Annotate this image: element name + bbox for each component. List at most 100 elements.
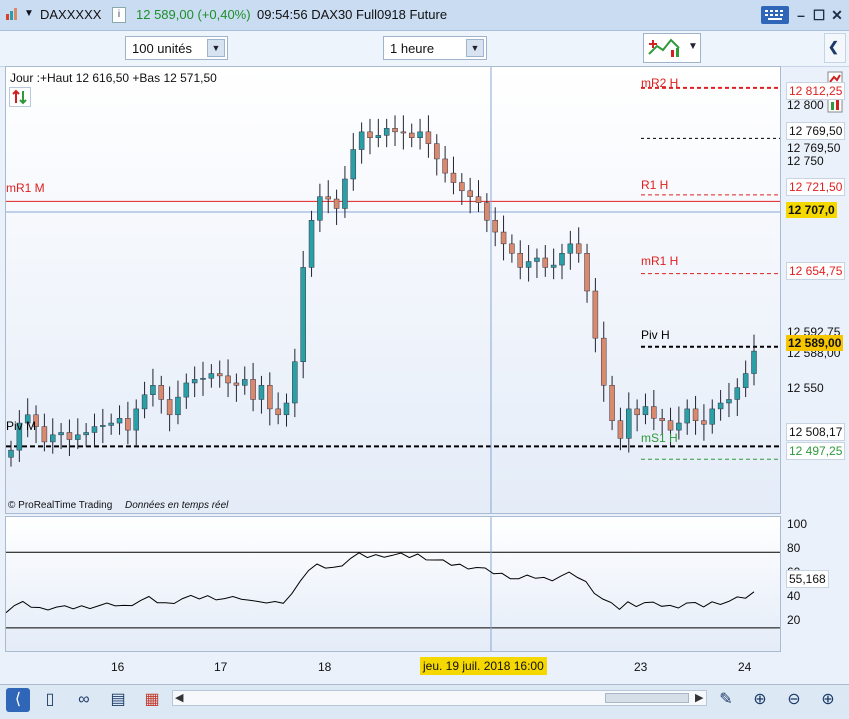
maximize-icon[interactable]: ☐ <box>810 7 828 23</box>
price-change: 12 589,00 (+0,40%) <box>136 7 251 22</box>
candle-body <box>400 131 407 134</box>
tools-icon[interactable]: ✎ <box>714 688 738 712</box>
pivm-label: Piv M <box>6 419 36 433</box>
candle-body <box>325 196 331 200</box>
candle-body <box>141 394 148 410</box>
refresh-icon[interactable] <box>9 87 31 107</box>
candle-body <box>292 361 298 404</box>
timeframe-select[interactable]: 1 heure ▼ <box>383 36 487 60</box>
candle-body <box>525 261 532 268</box>
candle-body <box>250 379 256 400</box>
link-icon[interactable]: ∞ <box>72 688 96 712</box>
mr1h-label: mR1 H <box>641 254 679 268</box>
units-select[interactable]: 100 unités ▼ <box>125 36 228 60</box>
axis-tick-12769: 12 769,50 <box>787 141 841 155</box>
mr2h-label: mR2 H <box>641 76 679 90</box>
time-instrument: 09:54:56 DAX30 Full0918 Future <box>257 7 448 22</box>
candle-body <box>475 196 482 203</box>
candle-body <box>41 426 48 443</box>
candle-body <box>392 128 398 133</box>
candle-body <box>717 402 724 410</box>
chevron-down-icon[interactable]: ▼ <box>688 41 698 52</box>
layout-icon[interactable]: ▦ <box>140 688 164 712</box>
app-logo-icon <box>5 7 19 21</box>
phone-link-icon[interactable]: ▯ <box>38 688 62 712</box>
candle-body <box>467 190 473 197</box>
scroll-left-icon[interactable]: ◀ <box>175 691 183 704</box>
candle-body <box>626 408 632 439</box>
scroll-right-icon[interactable]: ▶ <box>695 691 703 704</box>
candle-body <box>425 131 432 144</box>
candle-body <box>158 385 165 400</box>
candle-body <box>242 379 248 386</box>
candle-body <box>49 434 56 443</box>
candle-body <box>617 420 624 439</box>
candle-body <box>166 399 173 416</box>
candle-body <box>542 257 549 268</box>
candle-body <box>233 382 240 386</box>
candle-body <box>667 420 674 431</box>
tag-ms1h: 12 497,25 <box>786 442 846 460</box>
indicator-icon <box>647 36 683 60</box>
crosshair-date-label: jeu. 19 juil. 2018 16:00 <box>420 657 547 675</box>
candle-body <box>383 128 390 136</box>
candle-body <box>375 135 382 138</box>
timeframe-value: 1 heure <box>390 41 435 56</box>
info-icon[interactable]: i <box>112 7 126 23</box>
instrument-name[interactable]: DAXXXXX <box>40 7 101 22</box>
keyboard-icon[interactable] <box>761 6 789 24</box>
chevron-down-icon[interactable]: ▼ <box>207 39 225 57</box>
x-label-23: 23 <box>634 660 648 674</box>
candle-body <box>450 172 457 183</box>
candle-body <box>317 196 323 221</box>
candle-body <box>267 385 273 410</box>
candle-body <box>133 408 139 431</box>
share-icon[interactable]: ⟨ <box>6 688 30 712</box>
candle-body <box>408 132 415 138</box>
candle-body <box>8 449 14 458</box>
x-label-18: 18 <box>318 660 332 674</box>
r1h-label: R1 H <box>641 178 669 192</box>
candle-body <box>308 220 315 268</box>
candle-body <box>692 408 699 421</box>
candle-body <box>175 396 181 416</box>
tag-crosshair-price: 12 707,0 <box>786 202 837 218</box>
ms1h-label: mS1 H <box>641 431 678 445</box>
candle-body <box>367 131 373 138</box>
horizontal-scrollbar[interactable]: ◀ ▶ <box>172 690 707 706</box>
pivh-label: Piv H <box>641 328 670 342</box>
rsi-tick-40: 40 <box>787 589 801 603</box>
candle-body <box>550 264 557 268</box>
chevron-down-icon[interactable]: ▼ <box>466 39 484 57</box>
candle-body <box>342 178 348 209</box>
candle-body <box>600 337 607 386</box>
candle-body <box>634 408 640 416</box>
instrument-dropdown-icon[interactable]: ▼ <box>24 8 34 19</box>
candle-body <box>459 182 465 192</box>
candle-body <box>592 290 599 339</box>
side-panel-toggle[interactable]: ❮ <box>824 33 846 63</box>
candle-body <box>651 406 657 419</box>
tag-black-line: 12 769,50 <box>786 122 846 140</box>
zoom-in-icon[interactable]: ⊕ <box>816 688 840 712</box>
zoom-fit-icon[interactable]: ⊕ <box>748 688 772 712</box>
indicators-button[interactable]: ▼ <box>643 33 701 63</box>
close-icon[interactable]: ✕ <box>828 7 846 23</box>
template-icon[interactable]: ▤ <box>106 688 130 712</box>
price-chart-panel[interactable]: Jour :+Haut 12 616,50 +Bas 12 571,50 mR1… <box>5 66 781 514</box>
candle-body <box>333 198 340 209</box>
price-chart-svg[interactable] <box>6 67 781 514</box>
rsi-tick-20: 20 <box>787 613 801 627</box>
mr1m-label: mR1 M <box>6 181 45 195</box>
zoom-out-icon[interactable]: ⊖ <box>782 688 806 712</box>
candle-body <box>742 373 749 388</box>
rsi-panel[interactable] <box>5 516 781 652</box>
minimize-icon[interactable]: – <box>792 7 810 23</box>
candle-body <box>442 158 448 174</box>
candle-body <box>83 432 89 436</box>
candle-body <box>258 385 265 400</box>
candle-body <box>609 385 615 421</box>
tag-mr1h: 12 654,75 <box>786 262 846 280</box>
scroll-thumb[interactable] <box>605 693 689 703</box>
rsi-chart-svg[interactable] <box>6 517 781 652</box>
